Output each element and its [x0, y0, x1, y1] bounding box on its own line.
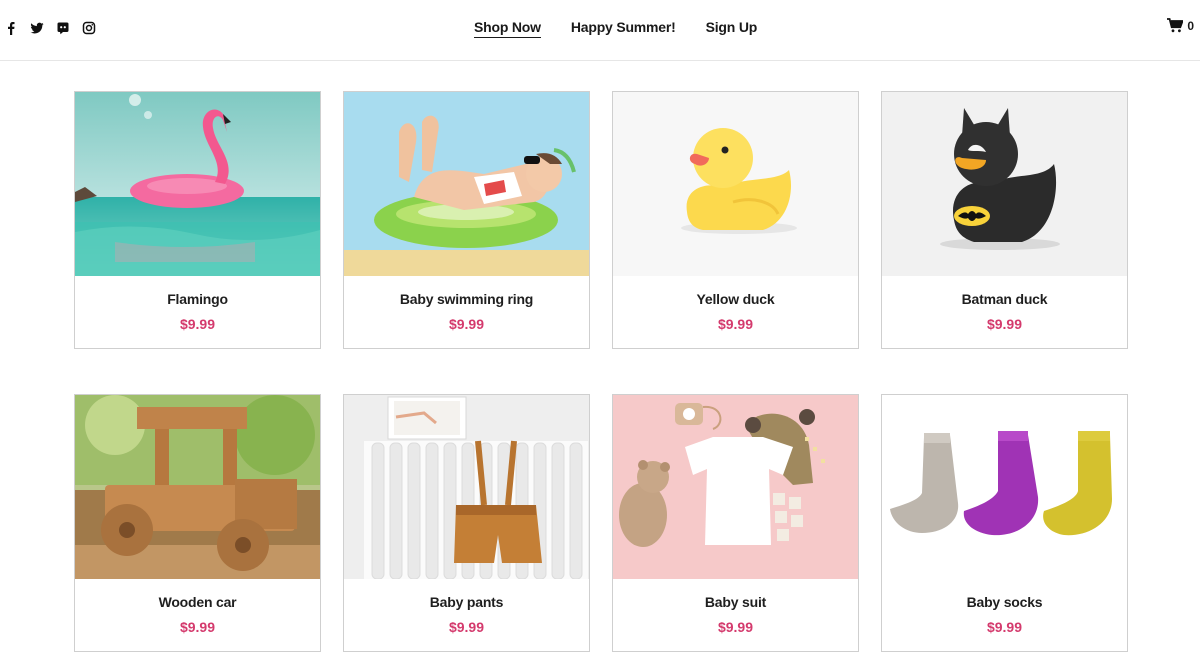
facebook-icon[interactable]: [4, 21, 18, 35]
nav-shop-now[interactable]: Shop Now: [474, 19, 541, 38]
product-price: $9.99: [717, 619, 754, 635]
social-links: [4, 21, 96, 35]
product-price: $9.99: [448, 316, 485, 332]
product-card-batman-duck[interactable]: Batman duck $9.99: [881, 91, 1128, 349]
nav-sign-up[interactable]: Sign Up: [706, 19, 758, 38]
nav-happy-summer[interactable]: Happy Summer!: [571, 19, 676, 38]
instagram-icon[interactable]: [82, 21, 96, 35]
product-card-flamingo[interactable]: Flamingo $9.99: [74, 91, 321, 349]
top-navigation-bar: Shop Now Happy Summer! Sign Up 0: [0, 0, 1200, 61]
product-price: $9.99: [448, 619, 485, 635]
product-card-baby-pants[interactable]: Baby pants $9.99: [343, 394, 590, 652]
product-name: Baby pants: [429, 594, 504, 610]
product-image-wooden-car: [75, 395, 320, 579]
product-image-baby-pants: [344, 395, 589, 579]
product-image-flamingo: [75, 92, 320, 276]
product-card-baby-swimming-ring[interactable]: Baby swimming ring $9.99: [343, 91, 590, 349]
product-card-baby-suit[interactable]: Baby suit $9.99: [612, 394, 859, 652]
discord-icon[interactable]: [56, 21, 70, 35]
product-image-batman-duck: [882, 92, 1127, 276]
product-name: Baby suit: [704, 594, 767, 610]
product-image-baby-socks: [882, 395, 1127, 579]
twitter-icon[interactable]: [30, 21, 44, 35]
product-name: Wooden car: [158, 594, 237, 610]
cart-count: 0: [1187, 18, 1194, 33]
cart-button[interactable]: 0: [1167, 18, 1194, 33]
product-name: Yellow duck: [696, 291, 775, 307]
product-price: $9.99: [717, 316, 754, 332]
product-price: $9.99: [179, 316, 216, 332]
product-card-yellow-duck[interactable]: Yellow duck $9.99: [612, 91, 859, 349]
product-image-baby-suit: [613, 395, 858, 579]
product-image-yellow-duck: [613, 92, 858, 276]
product-name: Batman duck: [961, 291, 1048, 307]
product-price: $9.99: [986, 316, 1023, 332]
product-price: $9.99: [179, 619, 216, 635]
main-nav: Shop Now Happy Summer! Sign Up: [474, 19, 757, 38]
product-name: Baby socks: [966, 594, 1043, 610]
cart-icon: [1167, 18, 1184, 33]
product-card-wooden-car[interactable]: Wooden car $9.99: [74, 394, 321, 652]
product-price: $9.99: [986, 619, 1023, 635]
product-card-baby-socks[interactable]: Baby socks $9.99: [881, 394, 1128, 652]
product-image-baby-swimming-ring: [344, 92, 589, 276]
product-name: Flamingo: [167, 291, 228, 307]
product-name: Baby swimming ring: [399, 291, 534, 307]
